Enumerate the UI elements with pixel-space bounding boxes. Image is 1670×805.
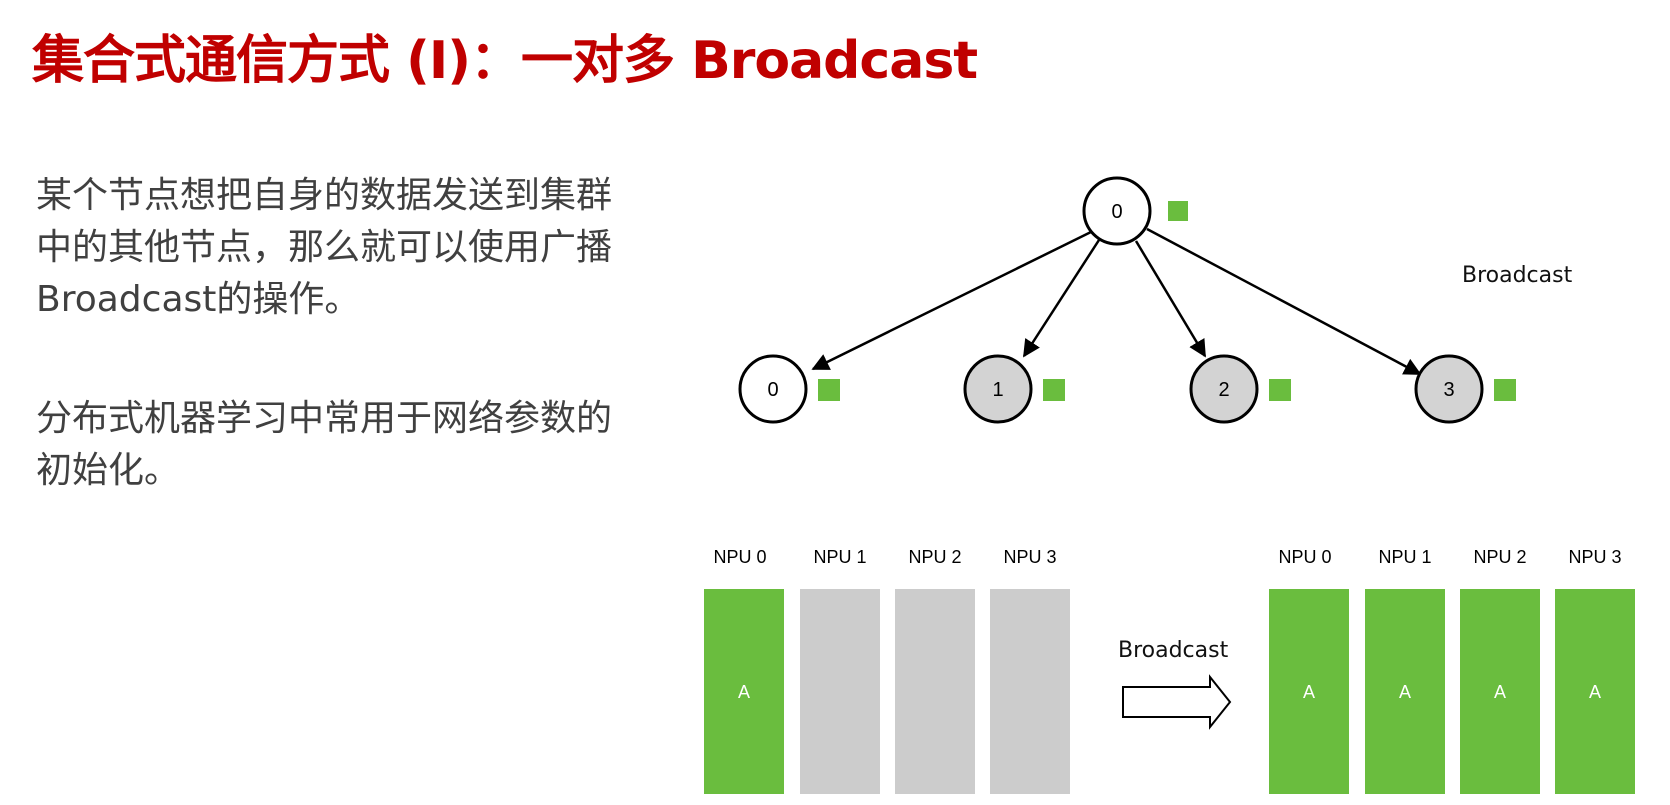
tree-node-child-3: 3 — [1414, 354, 1516, 424]
broadcast-arrow: Broadcast — [1118, 638, 1232, 730]
node-2-label: 2 — [1218, 379, 1229, 401]
tree-broadcast-label: Broadcast — [1462, 263, 1573, 288]
after-npu3-content: A — [1589, 682, 1601, 702]
node-0-label: 0 — [767, 379, 778, 401]
before-npu0-label: NPU 0 — [713, 547, 766, 567]
after-npu0-content: A — [1303, 682, 1315, 702]
tree-node-root: 0 — [1082, 176, 1188, 246]
edge-root-to-0 — [811, 229, 1094, 371]
buffers-before: NPU 0 NPU 1 NPU 2 NPU 3 A — [704, 547, 1070, 794]
root-data-square — [1168, 201, 1188, 221]
before-npu0-content: A — [738, 682, 750, 702]
before-npu2-label: NPU 2 — [908, 547, 961, 567]
tree-node-child-1: 1 — [963, 354, 1065, 424]
node-1-label: 1 — [992, 379, 1003, 401]
tree-node-child-2: 2 — [1189, 354, 1291, 424]
before-npu3-buffer — [990, 589, 1070, 794]
broadcast-diagram: 0 0 1 2 3 Broadcast NPU 0 NPU 1 NPU 2 NP… — [704, 176, 1635, 794]
after-npu2-content: A — [1494, 682, 1506, 702]
node-1-data-square — [1043, 379, 1065, 401]
node-0-data-square — [818, 379, 840, 401]
tree-node-child-0: 0 — [738, 354, 840, 424]
after-npu2-label: NPU 2 — [1473, 547, 1526, 567]
edge-root-to-3 — [1146, 227, 1422, 376]
edge-root-to-2 — [1134, 240, 1207, 358]
before-npu2-buffer — [895, 589, 975, 794]
after-npu3-label: NPU 3 — [1568, 547, 1621, 567]
tree-edges — [811, 227, 1422, 376]
edge-root-to-1 — [1022, 239, 1101, 358]
after-npu1-label: NPU 1 — [1378, 547, 1431, 567]
right-arrow-icon — [1122, 674, 1232, 730]
buffers-after: NPU 0 NPU 1 NPU 2 NPU 3 A A A A — [1269, 547, 1635, 794]
after-npu1-content: A — [1399, 682, 1411, 702]
arrow-broadcast-label: Broadcast — [1118, 638, 1229, 663]
node-root-label: 0 — [1111, 201, 1122, 223]
before-npu1-label: NPU 1 — [813, 547, 866, 567]
after-npu0-label: NPU 0 — [1278, 547, 1331, 567]
node-2-data-square — [1269, 379, 1291, 401]
before-npu1-buffer — [800, 589, 880, 794]
node-3-data-square — [1494, 379, 1516, 401]
before-npu3-label: NPU 3 — [1003, 547, 1056, 567]
node-3-label: 3 — [1443, 379, 1454, 401]
